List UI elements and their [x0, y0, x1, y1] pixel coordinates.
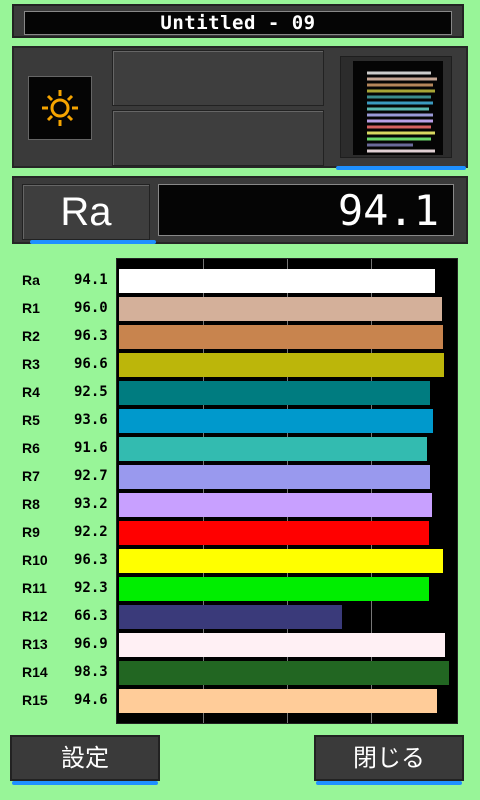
cri-row-name: Ra	[22, 272, 40, 288]
cri-row: R7 92.7	[0, 462, 116, 490]
spectrum-thumbnail-icon	[353, 61, 443, 155]
cri-row-value: 92.2	[74, 524, 108, 540]
info-cell-top[interactable]	[112, 50, 324, 106]
cri-row-value: 96.9	[74, 636, 108, 652]
cri-row-name: R9	[22, 524, 40, 540]
cri-row: R4 92.5	[0, 378, 116, 406]
info-cell-bottom[interactable]	[112, 110, 324, 166]
ra-selected-indicator	[30, 240, 156, 244]
cri-bar-r11	[119, 577, 430, 601]
selected-indicator	[336, 166, 466, 170]
cri-bar-r12	[119, 605, 342, 629]
cri-row: R9 92.2	[0, 518, 116, 546]
cri-bar-r9	[119, 521, 429, 545]
measurement-header-panel	[12, 46, 468, 170]
spectrum-view-button[interactable]	[340, 56, 452, 158]
cri-bar-r13	[119, 633, 445, 657]
cri-bar-r2	[119, 325, 443, 349]
cri-row: R15 94.6	[0, 686, 116, 714]
cri-row-name: R11	[22, 580, 47, 596]
cri-bar-r3	[119, 353, 444, 377]
cri-row-name: R13	[22, 636, 48, 652]
cri-row-name: R15	[22, 692, 48, 708]
settings-button-indicator	[12, 781, 158, 785]
cri-row: R2 96.3	[0, 322, 116, 350]
cri-row-value: 92.3	[74, 580, 108, 596]
cri-row-name: R3	[22, 356, 40, 372]
cri-row: Ra 94.1	[0, 266, 116, 294]
cri-row: R13 96.9	[0, 630, 116, 658]
close-button[interactable]: 閉じる	[314, 735, 464, 781]
light-source-button[interactable]	[28, 76, 92, 140]
title-bar: Untitled - 09	[12, 4, 464, 38]
cri-row-value: 94.1	[74, 272, 108, 288]
cri-row-name: R2	[22, 328, 40, 344]
cri-row-value: 96.3	[74, 328, 108, 344]
cri-bar-r8	[119, 493, 433, 517]
cri-row-name: R5	[22, 412, 40, 428]
cri-row-value: 91.6	[74, 440, 108, 456]
cri-bar-r7	[119, 465, 431, 489]
cri-bar-r4	[119, 381, 430, 405]
cri-row: R3 96.6	[0, 350, 116, 378]
cri-bar-r15	[119, 689, 437, 713]
cri-row-name: R14	[22, 664, 48, 680]
cri-row-name: R7	[22, 468, 40, 484]
cri-row-value: 93.6	[74, 412, 108, 428]
cri-row-value: 96.0	[74, 300, 108, 316]
close-button-indicator	[316, 781, 462, 785]
cri-row: R14 98.3	[0, 658, 116, 686]
cri-row-value: 94.6	[74, 692, 108, 708]
cri-row-value: 96.6	[74, 356, 108, 372]
cri-row-value: 92.7	[74, 468, 108, 484]
cri-row: R1 96.0	[0, 294, 116, 322]
cri-row: R6 91.6	[0, 434, 116, 462]
window-title: Untitled - 09	[24, 11, 452, 35]
ra-value: 94.1	[158, 184, 454, 236]
cri-row-value: 92.5	[74, 384, 108, 400]
cri-bar-r14	[119, 661, 450, 685]
cri-row: R5 93.6	[0, 406, 116, 434]
cri-bar-r1	[119, 297, 442, 321]
cri-bar-ra	[119, 269, 436, 293]
cri-row: R10 96.3	[0, 546, 116, 574]
cri-bar-r10	[119, 549, 443, 573]
ra-label[interactable]: Ra	[22, 184, 150, 240]
cri-bar-r6	[119, 437, 427, 461]
cri-row: R12 66.3	[0, 602, 116, 630]
cri-row-value: 96.3	[74, 552, 108, 568]
cri-row: R11 92.3	[0, 574, 116, 602]
ra-panel: Ra 94.1	[12, 176, 468, 244]
cri-row-value: 93.2	[74, 496, 108, 512]
sun-icon	[42, 90, 78, 126]
cri-row-name: R8	[22, 496, 40, 512]
cri-row-name: R10	[22, 552, 48, 568]
settings-button[interactable]: 設定	[10, 735, 160, 781]
cri-row-name: R6	[22, 440, 40, 456]
cri-row-name: R4	[22, 384, 40, 400]
cri-row-value: 66.3	[74, 608, 108, 624]
cri-row-value: 98.3	[74, 664, 108, 680]
cri-bar-chart	[116, 258, 458, 724]
cri-bar-r5	[119, 409, 434, 433]
cri-row-name: R12	[22, 608, 48, 624]
cri-row-name: R1	[22, 300, 40, 316]
cri-row: R8 93.2	[0, 490, 116, 518]
